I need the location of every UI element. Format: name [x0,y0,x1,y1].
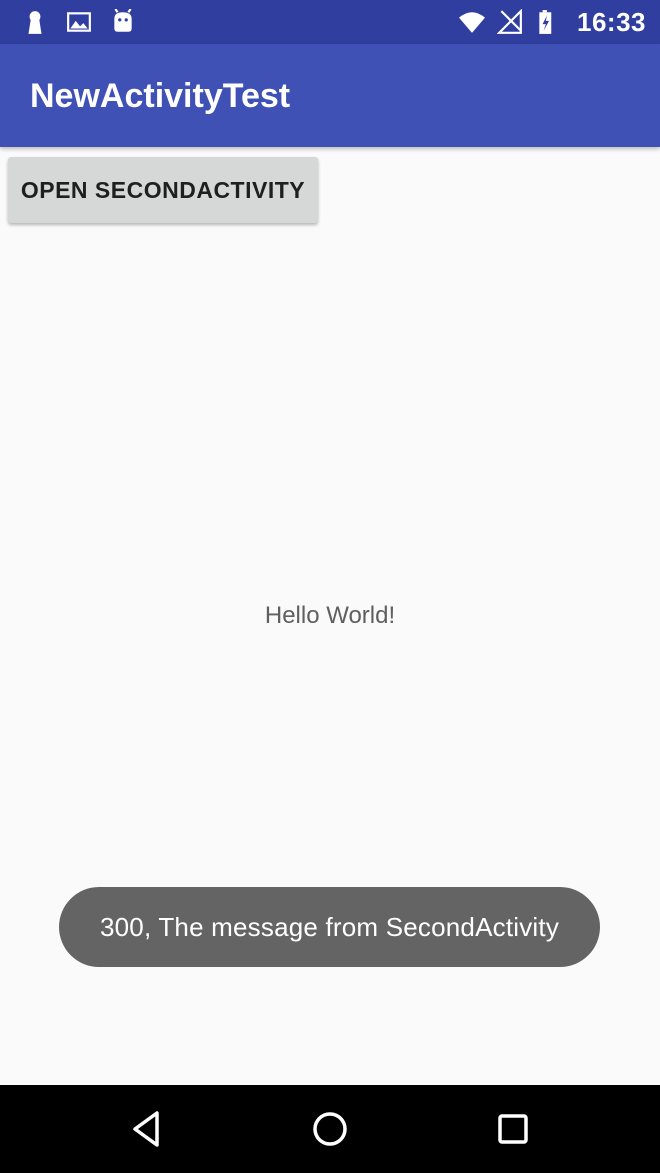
hello-world-text: Hello World! [264,602,396,629]
status-right-icons: 16:33 [459,7,646,37]
image-icon [66,9,92,35]
toast-message: 300, The message from SecondActivity [59,887,600,967]
android-icon [110,9,136,35]
home-icon [313,1112,347,1146]
back-icon [133,1111,159,1147]
battery-charging-icon [535,9,561,35]
open-secondactivity-button[interactable]: OPEN SECONDACTIVITY [8,157,318,223]
wifi-icon [459,9,485,35]
back-button[interactable] [123,1105,171,1153]
signal-off-icon [497,9,523,35]
app-bar: NewActivityTest [0,44,660,147]
home-button[interactable] [306,1105,354,1153]
toast-text: 300, The message from SecondActivity [99,911,560,942]
status-left-icons [22,7,136,37]
recents-icon [498,1114,528,1144]
keyhole-icon [22,9,48,35]
navigation-bar [0,1085,660,1173]
status-bar: 16:33 [0,0,660,44]
status-clock: 16:33 [577,6,646,37]
app-title: NewActivityTest [30,77,291,115]
recents-button[interactable] [489,1105,537,1153]
